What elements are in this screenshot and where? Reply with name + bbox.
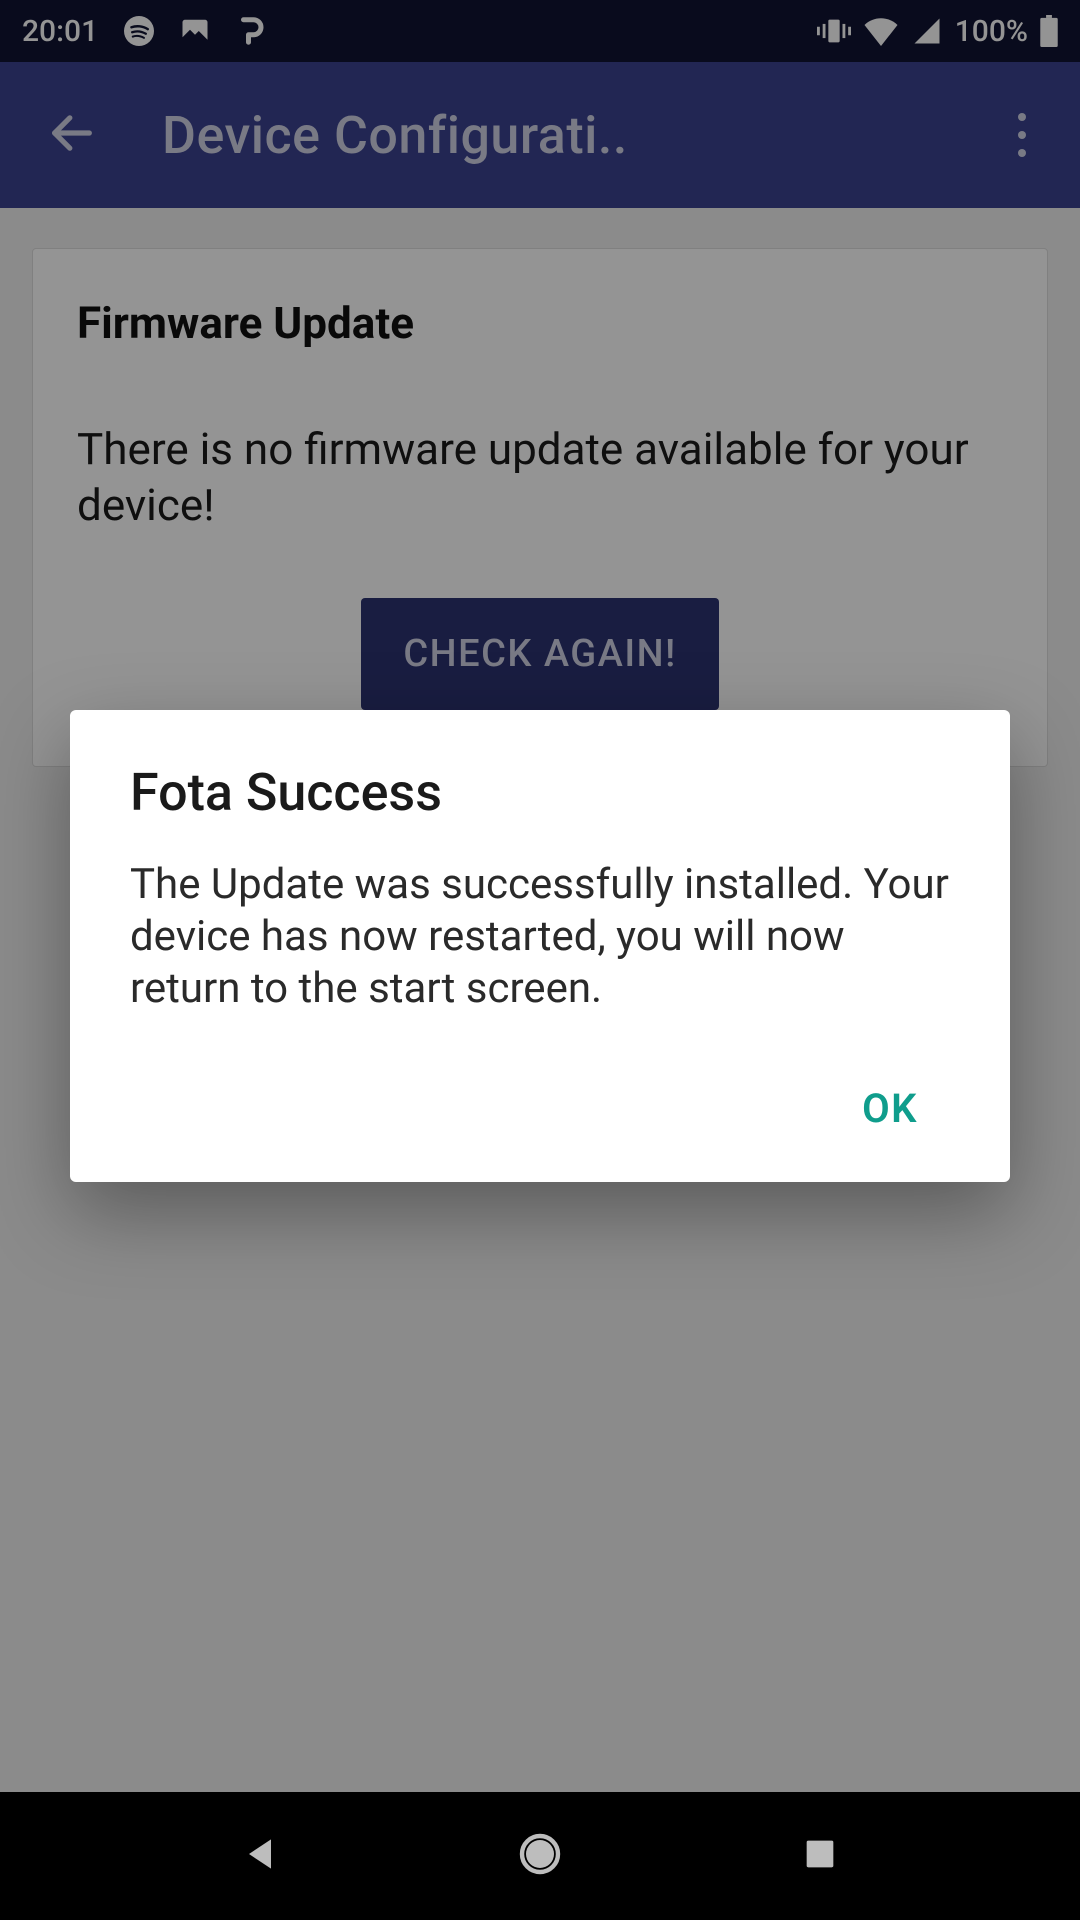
nav-back-button[interactable] bbox=[225, 1821, 295, 1891]
circle-home-icon bbox=[516, 1830, 564, 1882]
dialog-actions: OK bbox=[130, 1071, 950, 1146]
dialog-title: Fota Success bbox=[130, 762, 950, 823]
square-recents-icon bbox=[800, 1834, 840, 1878]
nav-home-button[interactable] bbox=[505, 1821, 575, 1891]
dialog-body: The Update was successfully installed. Y… bbox=[130, 859, 950, 1015]
nav-recents-button[interactable] bbox=[785, 1821, 855, 1891]
navigation-bar bbox=[0, 1792, 1080, 1920]
ok-button[interactable]: OK bbox=[830, 1071, 950, 1146]
fota-success-dialog: Fota Success The Update was successfully… bbox=[70, 710, 1010, 1182]
triangle-back-icon bbox=[238, 1832, 282, 1880]
